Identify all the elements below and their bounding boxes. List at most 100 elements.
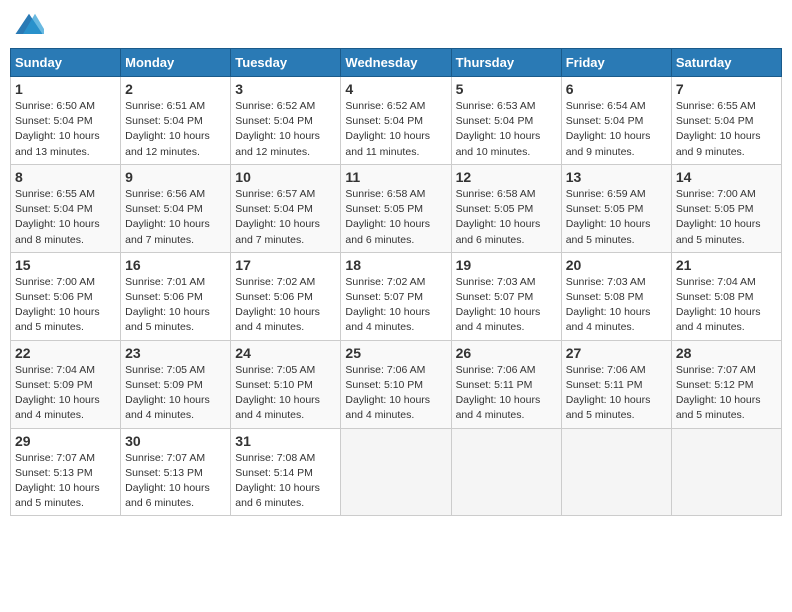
calendar-cell: 12 Sunrise: 6:58 AMSunset: 5:05 PMDayligh…: [451, 164, 561, 252]
day-number: 6: [566, 81, 667, 97]
day-number: 4: [345, 81, 446, 97]
calendar-cell: 7 Sunrise: 6:55 AMSunset: 5:04 PMDaylight…: [671, 77, 781, 165]
calendar-cell: 16 Sunrise: 7:01 AMSunset: 5:06 PMDayligh…: [121, 252, 231, 340]
day-number: 1: [15, 81, 116, 97]
day-detail: Sunrise: 7:07 AMSunset: 5:13 PMDaylight:…: [15, 451, 116, 512]
calendar-week-row: 1Sunrise: 6:50 AMSunset: 5:04 PMDaylight…: [11, 77, 782, 165]
weekday-header-cell: Friday: [561, 49, 671, 77]
day-detail: Sunrise: 6:55 AMSunset: 5:04 PMDaylight:…: [676, 99, 777, 160]
weekday-header-cell: Wednesday: [341, 49, 451, 77]
calendar-cell: 29Sunrise: 7:07 AMSunset: 5:13 PMDayligh…: [11, 428, 121, 516]
day-number: 8: [15, 169, 116, 185]
day-number: 26: [456, 345, 557, 361]
day-detail: Sunrise: 6:58 AMSunset: 5:05 PMDaylight:…: [345, 187, 446, 248]
day-number: 14: [676, 169, 777, 185]
day-number: 13: [566, 169, 667, 185]
calendar-cell: 4 Sunrise: 6:52 AMSunset: 5:04 PMDaylight…: [341, 77, 451, 165]
day-detail: Sunrise: 7:07 AMSunset: 5:13 PMDaylight:…: [125, 451, 226, 512]
day-detail: Sunrise: 7:02 AMSunset: 5:06 PMDaylight:…: [235, 275, 336, 336]
calendar-week-row: 29Sunrise: 7:07 AMSunset: 5:13 PMDayligh…: [11, 428, 782, 516]
calendar-week-row: 15 Sunrise: 7:00 AMSunset: 5:06 PMDayligh…: [11, 252, 782, 340]
calendar-cell: 15 Sunrise: 7:00 AMSunset: 5:06 PMDayligh…: [11, 252, 121, 340]
day-detail: Sunrise: 6:55 AMSunset: 5:04 PMDaylight:…: [15, 187, 116, 248]
day-number: 16: [125, 257, 226, 273]
day-detail: Sunrise: 7:05 AMSunset: 5:10 PMDaylight:…: [235, 363, 336, 424]
day-detail: Sunrise: 7:01 AMSunset: 5:06 PMDaylight:…: [125, 275, 226, 336]
day-detail: Sunrise: 6:52 AMSunset: 5:04 PMDaylight:…: [235, 99, 336, 160]
day-detail: Sunrise: 6:56 AMSunset: 5:04 PMDaylight:…: [125, 187, 226, 248]
calendar-cell: 13 Sunrise: 6:59 AMSunset: 5:05 PMDayligh…: [561, 164, 671, 252]
day-number: 21: [676, 257, 777, 273]
calendar-cell: 6 Sunrise: 6:54 AMSunset: 5:04 PMDaylight…: [561, 77, 671, 165]
calendar-cell: 1Sunrise: 6:50 AMSunset: 5:04 PMDaylight…: [11, 77, 121, 165]
day-detail: Sunrise: 7:00 AMSunset: 5:06 PMDaylight:…: [15, 275, 116, 336]
calendar-cell: 23Sunrise: 7:05 AMSunset: 5:09 PMDayligh…: [121, 340, 231, 428]
calendar-cell: 28 Sunrise: 7:07 AMSunset: 5:12 PMDayligh…: [671, 340, 781, 428]
calendar-cell: 9 Sunrise: 6:56 AMSunset: 5:04 PMDaylight…: [121, 164, 231, 252]
calendar-cell: 2 Sunrise: 6:51 AMSunset: 5:04 PMDaylight…: [121, 77, 231, 165]
day-number: 3: [235, 81, 336, 97]
calendar-cell: 25Sunrise: 7:06 AMSunset: 5:10 PMDayligh…: [341, 340, 451, 428]
calendar-cell: 18 Sunrise: 7:02 AMSunset: 5:07 PMDayligh…: [341, 252, 451, 340]
day-number: 5: [456, 81, 557, 97]
day-detail: Sunrise: 7:06 AMSunset: 5:11 PMDaylight:…: [456, 363, 557, 424]
calendar-cell: [341, 428, 451, 516]
day-detail: Sunrise: 7:04 AMSunset: 5:09 PMDaylight:…: [15, 363, 116, 424]
day-number: 15: [15, 257, 116, 273]
calendar-cell: 19Sunrise: 7:03 AMSunset: 5:07 PMDayligh…: [451, 252, 561, 340]
day-number: 24: [235, 345, 336, 361]
calendar-cell: 21 Sunrise: 7:04 AMSunset: 5:08 PMDayligh…: [671, 252, 781, 340]
calendar-cell: 14 Sunrise: 7:00 AMSunset: 5:05 PMDayligh…: [671, 164, 781, 252]
calendar-cell: 31Sunrise: 7:08 AMSunset: 5:14 PMDayligh…: [231, 428, 341, 516]
day-detail: Sunrise: 6:58 AMSunset: 5:05 PMDaylight:…: [456, 187, 557, 248]
day-detail: Sunrise: 6:59 AMSunset: 5:05 PMDaylight:…: [566, 187, 667, 248]
logo-icon: [14, 10, 44, 40]
day-number: 11: [345, 169, 446, 185]
calendar-cell: 11 Sunrise: 6:58 AMSunset: 5:05 PMDayligh…: [341, 164, 451, 252]
day-detail: Sunrise: 6:52 AMSunset: 5:04 PMDaylight:…: [345, 99, 446, 160]
day-detail: Sunrise: 7:02 AMSunset: 5:07 PMDaylight:…: [345, 275, 446, 336]
day-number: 30: [125, 433, 226, 449]
day-detail: Sunrise: 7:05 AMSunset: 5:09 PMDaylight:…: [125, 363, 226, 424]
calendar-week-row: 22 Sunrise: 7:04 AMSunset: 5:09 PMDayligh…: [11, 340, 782, 428]
calendar-week-row: 8 Sunrise: 6:55 AMSunset: 5:04 PMDaylight…: [11, 164, 782, 252]
day-number: 22: [15, 345, 116, 361]
calendar-cell: 30 Sunrise: 7:07 AMSunset: 5:13 PMDayligh…: [121, 428, 231, 516]
weekday-header-cell: Tuesday: [231, 49, 341, 77]
day-number: 7: [676, 81, 777, 97]
calendar-body: 1Sunrise: 6:50 AMSunset: 5:04 PMDaylight…: [11, 77, 782, 516]
calendar-cell: 27Sunrise: 7:06 AMSunset: 5:11 PMDayligh…: [561, 340, 671, 428]
day-detail: Sunrise: 7:03 AMSunset: 5:08 PMDaylight:…: [566, 275, 667, 336]
day-detail: Sunrise: 6:53 AMSunset: 5:04 PMDaylight:…: [456, 99, 557, 160]
day-number: 19: [456, 257, 557, 273]
weekday-header-cell: Thursday: [451, 49, 561, 77]
weekday-header-cell: Sunday: [11, 49, 121, 77]
calendar-cell: 26 Sunrise: 7:06 AMSunset: 5:11 PMDayligh…: [451, 340, 561, 428]
day-number: 17: [235, 257, 336, 273]
calendar-cell: 20 Sunrise: 7:03 AMSunset: 5:08 PMDayligh…: [561, 252, 671, 340]
day-detail: Sunrise: 7:04 AMSunset: 5:08 PMDaylight:…: [676, 275, 777, 336]
day-detail: Sunrise: 7:07 AMSunset: 5:12 PMDaylight:…: [676, 363, 777, 424]
calendar-cell: 5 Sunrise: 6:53 AMSunset: 5:04 PMDaylight…: [451, 77, 561, 165]
day-number: 2: [125, 81, 226, 97]
day-number: 20: [566, 257, 667, 273]
calendar-cell: 8 Sunrise: 6:55 AMSunset: 5:04 PMDaylight…: [11, 164, 121, 252]
calendar-cell: 3 Sunrise: 6:52 AMSunset: 5:04 PMDaylight…: [231, 77, 341, 165]
day-detail: Sunrise: 7:08 AMSunset: 5:14 PMDaylight:…: [235, 451, 336, 512]
calendar-cell: [671, 428, 781, 516]
calendar-cell: 10Sunrise: 6:57 AMSunset: 5:04 PMDayligh…: [231, 164, 341, 252]
day-number: 12: [456, 169, 557, 185]
day-number: 27: [566, 345, 667, 361]
day-detail: Sunrise: 6:51 AMSunset: 5:04 PMDaylight:…: [125, 99, 226, 160]
day-detail: Sunrise: 7:00 AMSunset: 5:05 PMDaylight:…: [676, 187, 777, 248]
page-header: [10, 10, 782, 40]
calendar-table: SundayMondayTuesdayWednesdayThursdayFrid…: [10, 48, 782, 516]
day-number: 10: [235, 169, 336, 185]
day-number: 18: [345, 257, 446, 273]
day-number: 28: [676, 345, 777, 361]
day-detail: Sunrise: 6:54 AMSunset: 5:04 PMDaylight:…: [566, 99, 667, 160]
weekday-header-cell: Monday: [121, 49, 231, 77]
day-number: 9: [125, 169, 226, 185]
calendar-cell: 24 Sunrise: 7:05 AMSunset: 5:10 PMDayligh…: [231, 340, 341, 428]
calendar-cell: [561, 428, 671, 516]
